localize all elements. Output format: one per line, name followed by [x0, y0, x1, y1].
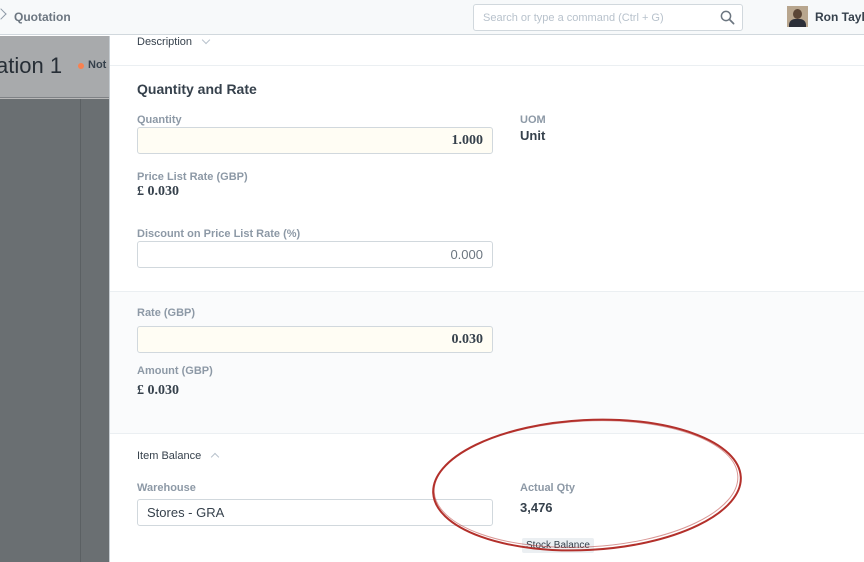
avatar[interactable] [787, 6, 808, 27]
item-balance-section-label: Item Balance [137, 450, 202, 462]
rate-field[interactable] [137, 326, 493, 353]
quantity-field[interactable] [137, 127, 493, 154]
item-balance-section: Item Balance Warehouse Actual Qty 3,476 [110, 434, 864, 562]
user-name[interactable]: Ron Taylor [815, 10, 864, 24]
user-menu[interactable]: Ron Taylor [787, 6, 864, 27]
item-edit-form: Description Quantity and Rate Quantity U… [109, 35, 864, 562]
search-input[interactable] [474, 5, 714, 30]
modal-backdrop[interactable] [0, 36, 109, 562]
actual-qty-label: Actual Qty [520, 482, 576, 494]
description-section-toggle[interactable]: Description [137, 35, 211, 48]
uom-value: Unit [520, 128, 546, 143]
rate-section: Rate (GBP) Amount (GBP) £ 0.030 [110, 292, 864, 434]
breadcrumb-chevron-icon [0, 8, 7, 20]
chevron-up-icon [211, 452, 220, 462]
awesomebar-search[interactable] [473, 4, 743, 31]
status-badge: Not [88, 59, 107, 71]
quantity-and-rate-section: Quantity and Rate Quantity UOM Unit Pric… [110, 66, 864, 292]
description-section-label: Description [137, 36, 193, 48]
quantity-label: Quantity [137, 114, 182, 126]
amount-value: £ 0.030 [137, 383, 179, 398]
chevron-down-icon [201, 35, 211, 45]
rate-label: Rate (GBP) [137, 307, 196, 319]
breadcrumb-quotation[interactable]: Quotation [14, 10, 71, 24]
search-icon[interactable] [720, 10, 735, 25]
warehouse-label: Warehouse [137, 482, 196, 494]
price-list-rate-label: Price List Rate (GBP) [137, 171, 248, 183]
stock-balance-button[interactable]: Stock Balance [522, 538, 594, 553]
discount-label: Discount on Price List Rate (%) [137, 228, 301, 240]
actual-qty-value: 3,476 [520, 500, 553, 515]
section-heading: Quantity and Rate [137, 81, 257, 97]
description-section: Description [110, 35, 864, 66]
discount-field[interactable] [137, 241, 493, 268]
item-balance-section-toggle[interactable]: Item Balance [137, 450, 220, 462]
status-indicator-icon [78, 63, 84, 69]
top-navbar: Quotation Ron Taylor [0, 0, 864, 35]
warehouse-field[interactable] [137, 499, 493, 526]
uom-label: UOM [520, 114, 546, 126]
price-list-rate-value: £ 0.030 [137, 184, 179, 199]
amount-label: Amount (GBP) [137, 365, 213, 377]
